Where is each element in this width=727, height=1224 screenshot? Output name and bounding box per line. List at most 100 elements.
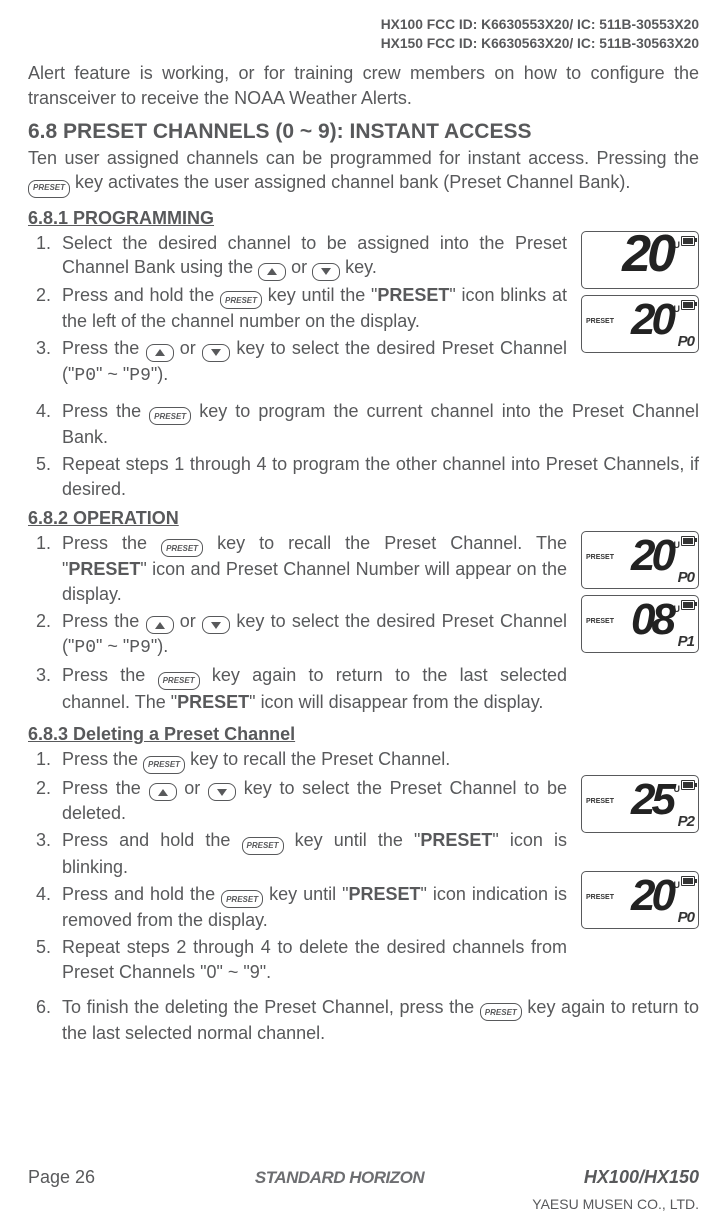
preset-word: PRESET [420,830,492,850]
text: Press and hold the [62,285,220,305]
company-name: YAESU MUSEN CO., LTD. [532,1196,699,1212]
del-step-1: Press the PRESET key to recall the Prese… [56,747,567,774]
u-indicator: U [674,784,681,794]
deleting-steps: Press the PRESET key to recall the Prese… [28,747,567,986]
lcd-display: U 20 [581,231,699,289]
section-6-8-desc: Ten user assigned channels can be progra… [28,146,699,198]
programming-lcd-stack: U 20 U PRESET 20 P0 [581,231,699,391]
text: key. [340,257,377,277]
preset-key-icon: PRESET [143,756,185,774]
section-6-8-desc-b: key activates the user assigned channel … [70,172,630,192]
channel-number: 20 [612,298,672,342]
text: Press and hold the [62,830,242,850]
preset-key-icon: PRESET [28,180,70,198]
model-name: HX100/HX150 [584,1167,699,1188]
prog-step-3: Press the or key to select the desired P… [56,336,567,388]
prog-step-5: Repeat steps 1 through 4 to program the … [56,452,699,502]
preset-key-icon: PRESET [161,539,203,557]
page-footer: Page 26 STANDARD HORIZON HX100/HX150 [28,1167,699,1188]
up-key-icon [149,783,177,801]
p0-code: P0 [74,638,96,658]
u-indicator: U [674,304,681,314]
intro-paragraph: Alert feature is working, or for trainin… [28,61,699,110]
fcc-line-2: HX150 FCC ID: K6630563X20/ IC: 511B-3056… [28,35,699,54]
battery-icon [681,536,695,546]
preset-word: PRESET [177,692,249,712]
text: Press and hold the [62,884,221,904]
section-6-8-1-title: 6.8.1 PROGRAMMING [28,208,699,229]
fcc-line-1: HX100 FCC ID: K6630553X20/ IC: 511B-3055… [28,16,699,35]
text: key until the " [284,830,421,850]
u-indicator: U [674,604,681,614]
text: key until " [263,884,348,904]
down-key-icon [202,616,230,634]
preset-key-icon: PRESET [242,837,284,855]
section-6-8-2-title: 6.8.2 OPERATION [28,508,699,529]
brand-logo: STANDARD HORIZON [255,1168,424,1188]
down-key-icon [208,783,236,801]
operation-steps: Press the PRESET key to recall the Prese… [28,531,567,717]
lcd-display: U PRESET 08 P1 [581,595,699,653]
u-indicator: U [674,540,681,550]
down-key-icon [202,344,230,362]
battery-icon [681,300,695,310]
preset-key-icon: PRESET [220,291,262,309]
preset-word: PRESET [377,285,449,305]
text: Press the [62,533,161,553]
text: Press the [62,611,146,631]
section-6-8-title: 6.8 PRESET CHANNELS (0 ~ 9): INSTANT ACC… [28,120,699,144]
preset-number: P0 [678,333,694,350]
section-6-8-desc-a: Ten user assigned channels can be progra… [28,148,699,168]
text: Press the [62,665,158,685]
prog-step-4: Press the PRESET key to program the curr… [56,399,699,450]
lcd-display: U PRESET 25 P2 [581,775,699,833]
preset-indicator: PRESET [586,554,614,561]
up-key-icon [258,263,286,281]
deleting-lcd-stack: U PRESET 25 P2 U PRESET 20 P0 [581,747,699,986]
text: " icon will disappear from the display. [249,692,543,712]
battery-icon [681,780,695,790]
channel-number: 20 [612,534,672,578]
channel-number: 08 [612,598,672,642]
down-key-icon [312,263,340,281]
section-6-8-3-title: 6.8.3 Deleting a Preset Channel [28,724,699,745]
preset-key-icon: PRESET [221,890,263,908]
preset-number: P0 [678,569,694,586]
lcd-display: U PRESET 20 P0 [581,295,699,353]
deleting-steps-cont: To finish the deleting the Preset Channe… [28,995,699,1046]
page-number: Page 26 [28,1167,95,1188]
u-indicator: U [674,240,681,250]
preset-indicator: PRESET [586,618,614,625]
channel-number: 20 [612,874,672,918]
op-step-2: Press the or key to select the desired P… [56,609,567,661]
header-fcc-ids: HX100 FCC ID: K6630553X20/ IC: 511B-3055… [28,16,699,53]
text: Press the [62,401,149,421]
text: or [177,778,208,798]
battery-icon [681,236,695,246]
preset-key-icon: PRESET [480,1003,522,1021]
preset-number: P0 [678,909,694,926]
op-step-1: Press the PRESET key to recall the Prese… [56,531,567,607]
text: "). [151,364,168,384]
text: or [286,257,312,277]
p9-code: P9 [129,366,151,386]
battery-icon [681,876,695,886]
preset-indicator: PRESET [586,318,614,325]
text: Press the [62,338,146,358]
battery-icon [681,600,695,610]
del-step-2: Press the or key to select the Preset Ch… [56,776,567,826]
preset-word: PRESET [349,884,421,904]
text: "). [151,636,168,656]
programming-steps-cont: Press the PRESET key to program the curr… [28,399,699,502]
up-key-icon [146,344,174,362]
channel-number: 20 [588,231,672,280]
channel-number: 25 [612,778,672,822]
preset-indicator: PRESET [586,798,614,805]
text: Press the [62,749,143,769]
text: " ~ " [96,364,129,384]
preset-indicator: PRESET [586,894,614,901]
text: To finish the deleting the Preset Channe… [62,997,480,1017]
text: Press the [62,778,149,798]
preset-number: P1 [678,633,694,650]
lcd-display: U PRESET 20 P0 [581,531,699,589]
